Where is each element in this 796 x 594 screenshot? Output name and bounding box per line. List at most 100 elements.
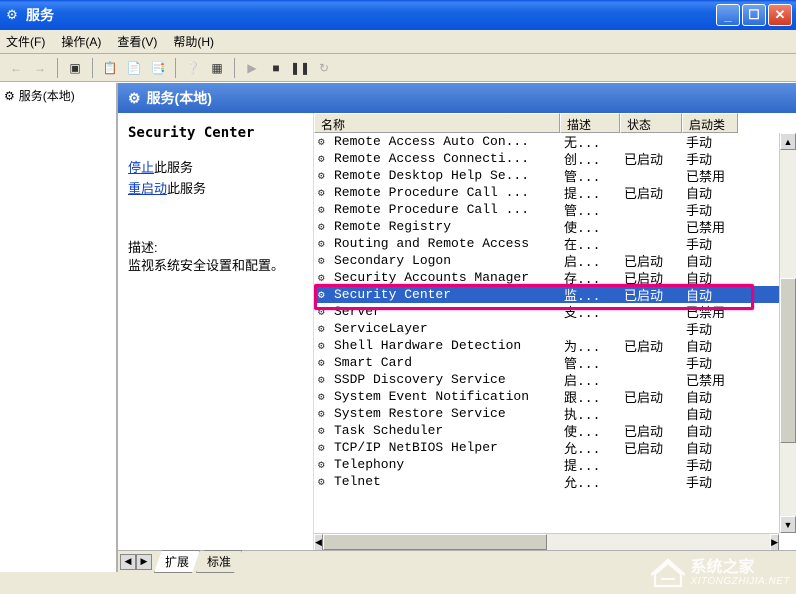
- watermark-house-icon: [651, 558, 685, 588]
- service-row[interactable]: ⚙Remote Access Auto Con...无...手动: [314, 133, 796, 150]
- service-name: Remote Access Auto Con...: [334, 134, 529, 149]
- pause-service-button[interactable]: ❚❚: [290, 58, 310, 78]
- help-button[interactable]: ❔: [183, 58, 203, 78]
- column-description[interactable]: 描述: [560, 113, 620, 133]
- watermark: 系统之家 XITONGZHIJIA.NET: [651, 558, 791, 588]
- service-row[interactable]: ⚙Remote Procedure Call ...提...已启动自动: [314, 184, 796, 201]
- service-gear-icon: ⚙: [318, 169, 332, 183]
- description-text: 监视系统安全设置和配置。: [128, 256, 303, 276]
- toolbar-btn-1[interactable]: ▣: [65, 58, 85, 78]
- service-name: Remote Access Connecti...: [334, 151, 529, 166]
- back-button[interactable]: ←: [6, 58, 26, 78]
- service-name: System Restore Service: [334, 406, 506, 421]
- service-row[interactable]: ⚙Remote Procedure Call ...管...手动: [314, 201, 796, 218]
- service-list: 名称 描述 状态 启动类 ⚙Remote Access Auto Con...无…: [314, 113, 796, 550]
- scroll-right-button[interactable]: ▶: [770, 534, 779, 550]
- service-row[interactable]: ⚙Remote Access Connecti...创...已启动手动: [314, 150, 796, 167]
- properties-button[interactable]: 📋: [100, 58, 120, 78]
- forward-button[interactable]: →: [30, 58, 50, 78]
- start-service-button[interactable]: ▶: [242, 58, 262, 78]
- tab-extended[interactable]: 扩展: [154, 550, 200, 573]
- service-row[interactable]: ⚙Smart Card管...手动: [314, 354, 796, 371]
- scroll-thumb-h[interactable]: [323, 534, 547, 550]
- tab-standard[interactable]: 标准: [196, 550, 242, 573]
- service-row[interactable]: ⚙Secondary Logon启...已启动自动: [314, 252, 796, 269]
- scroll-track[interactable]: [780, 150, 796, 516]
- service-status: 已启动: [620, 387, 682, 406]
- service-name: Telnet: [334, 474, 381, 489]
- services-tree-icon: ⚙: [4, 89, 15, 103]
- service-gear-icon: ⚙: [318, 441, 332, 455]
- menu-file[interactable]: 文件(F): [6, 33, 45, 50]
- service-gear-icon: ⚙: [318, 288, 332, 302]
- service-row[interactable]: ⚙TCP/IP NetBIOS Helper允...已启动自动: [314, 439, 796, 456]
- service-status: 已启动: [620, 149, 682, 168]
- content-pane: ⚙ 服务(本地) Security Center 停止此服务 重启动此服务 描述…: [118, 83, 796, 572]
- menu-action[interactable]: 操作(A): [61, 33, 101, 50]
- tree-root-label: 服务(本地): [19, 87, 75, 104]
- service-row[interactable]: ⚙System Event Notification跟...已启动自动: [314, 388, 796, 405]
- service-row[interactable]: ⚙Security Center监...已启动自动: [314, 286, 796, 303]
- service-gear-icon: ⚙: [318, 339, 332, 353]
- list-header: 名称 描述 状态 启动类: [314, 113, 796, 133]
- service-name: Remote Procedure Call ...: [334, 185, 529, 200]
- service-status: 已启动: [620, 336, 682, 355]
- stop-service-link[interactable]: 停止: [128, 160, 154, 175]
- service-name: Shell Hardware Detection: [334, 338, 521, 353]
- vertical-scrollbar[interactable]: ▲ ▼: [779, 133, 796, 533]
- service-row[interactable]: ⚙SSDP Discovery Service启...已禁用: [314, 371, 796, 388]
- service-row[interactable]: ⚙Telnet允...手动: [314, 473, 796, 490]
- service-row[interactable]: ⚙Server支...已禁用: [314, 303, 796, 320]
- scroll-down-button[interactable]: ▼: [780, 516, 796, 533]
- toolbar: ← → ▣ 📋 📄 📑 ❔ ▦ ▶ ■ ❚❚ ↻: [0, 54, 796, 82]
- service-row[interactable]: ⚙Telephony提...手动: [314, 456, 796, 473]
- main-area: ⚙ 服务(本地) ⚙ 服务(本地) Security Center 停止此服务 …: [0, 82, 796, 572]
- service-name: Remote Desktop Help Se...: [334, 168, 529, 183]
- scroll-up-button[interactable]: ▲: [780, 133, 796, 150]
- scroll-thumb[interactable]: [780, 278, 796, 443]
- menu-help[interactable]: 帮助(H): [173, 33, 214, 50]
- export-button[interactable]: 📄: [124, 58, 144, 78]
- stop-service-button[interactable]: ■: [266, 58, 286, 78]
- column-status[interactable]: 状态: [620, 113, 682, 133]
- column-startup[interactable]: 启动类: [682, 113, 738, 133]
- tab-next-button[interactable]: ▶: [136, 554, 152, 570]
- service-gear-icon: ⚙: [318, 254, 332, 268]
- column-name[interactable]: 名称: [314, 113, 560, 133]
- close-button[interactable]: ✕: [768, 4, 792, 26]
- watermark-url: XITONGZHIJIA.NET: [691, 576, 791, 587]
- tab-nav-arrows: ◀ ▶: [120, 554, 152, 570]
- scroll-track-h[interactable]: [323, 534, 770, 550]
- tree-root-item[interactable]: ⚙ 服务(本地): [4, 87, 112, 104]
- restart-service-button[interactable]: ↻: [314, 58, 334, 78]
- info-panel: Security Center 停止此服务 重启动此服务 描述: 监视系统安全设…: [118, 113, 314, 550]
- scroll-left-button[interactable]: ◀: [314, 534, 323, 550]
- restart-service-link[interactable]: 重启动: [128, 181, 167, 196]
- content-header-label: 服务(本地): [147, 88, 212, 108]
- minimize-button[interactable]: _: [716, 4, 740, 26]
- service-row[interactable]: ⚙ServiceLayer手动: [314, 320, 796, 337]
- content-header: ⚙ 服务(本地): [118, 83, 796, 113]
- service-row[interactable]: ⚙Remote Desktop Help Se...管...已禁用: [314, 167, 796, 184]
- service-gear-icon: ⚙: [318, 356, 332, 370]
- service-row[interactable]: ⚙System Restore Service执...自动: [314, 405, 796, 422]
- horizontal-scrollbar[interactable]: ◀ ▶: [314, 533, 779, 550]
- service-row[interactable]: ⚙Shell Hardware Detection为...已启动自动: [314, 337, 796, 354]
- service-gear-icon: ⚙: [318, 237, 332, 251]
- service-row[interactable]: ⚙Security Accounts Manager存...已启动自动: [314, 269, 796, 286]
- maximize-button[interactable]: ☐: [742, 4, 766, 26]
- service-status: 已启动: [620, 285, 682, 304]
- service-name: Smart Card: [334, 355, 412, 370]
- service-gear-icon: ⚙: [318, 390, 332, 404]
- toolbar-btn-6[interactable]: ▦: [207, 58, 227, 78]
- tab-prev-button[interactable]: ◀: [120, 554, 136, 570]
- service-name: Security Accounts Manager: [334, 270, 529, 285]
- restart-service-line: 重启动此服务: [128, 178, 303, 197]
- service-row[interactable]: ⚙Routing and Remote Access在...手动: [314, 235, 796, 252]
- service-row[interactable]: ⚙Task Scheduler使...已启动自动: [314, 422, 796, 439]
- menu-view[interactable]: 查看(V): [117, 33, 157, 50]
- list-body[interactable]: ⚙Remote Access Auto Con...无...手动⚙Remote …: [314, 133, 796, 550]
- service-gear-icon: ⚙: [318, 305, 332, 319]
- service-row[interactable]: ⚙Remote Registry使...已禁用: [314, 218, 796, 235]
- refresh-button[interactable]: 📑: [148, 58, 168, 78]
